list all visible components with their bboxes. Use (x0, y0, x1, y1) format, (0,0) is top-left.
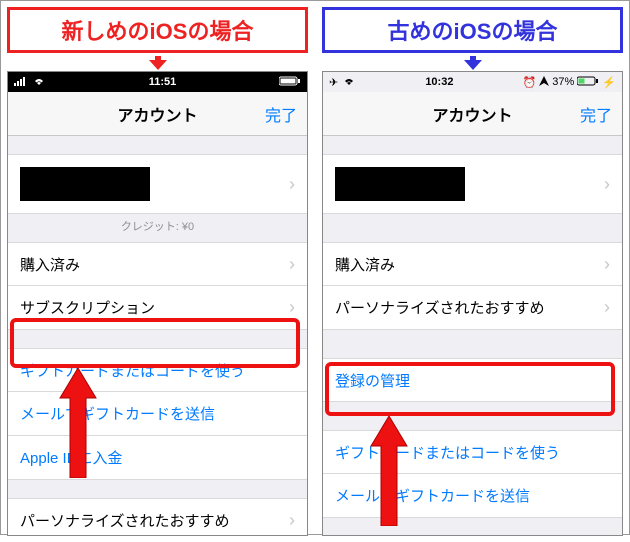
battery-percent: 37% (552, 76, 574, 88)
cell-label: サブスクリプション (20, 297, 155, 318)
statusbar-new: 11:51 (8, 72, 307, 92)
alarm-icon: ⏰ (523, 76, 537, 89)
redacted-account (20, 167, 150, 201)
wifi-icon (342, 76, 356, 89)
phone-old: ✈ 10:32 ⏰ 37% ⚡ (322, 71, 623, 536)
personalized-cell[interactable]: パーソナライズされたおすすめ › (8, 498, 307, 536)
account-cell[interactable]: › (8, 154, 307, 214)
cell-label: パーソナライズされたおすすめ (20, 510, 230, 531)
done-button[interactable]: 完了 (552, 102, 612, 126)
panel-new-ios: 新しめのiOSの場合 11:51 (7, 7, 308, 536)
subscription-cell[interactable]: サブスクリプション › (8, 286, 307, 330)
phone-new: 11:51 アカウント 完了 › クレジット: ¥0 購入済み › (7, 71, 308, 536)
status-time: 10:32 (356, 76, 522, 88)
location-icon (539, 76, 549, 89)
chevron-right-icon: › (289, 510, 295, 531)
cell-label: ギフトカードまたはコードを使う (20, 360, 245, 381)
chevron-right-icon: › (604, 174, 610, 195)
navbar-old: アカウント 完了 (323, 92, 622, 136)
status-time: 11:51 (46, 76, 279, 88)
cell-label: 登録の管理 (335, 370, 410, 391)
cell-label: 購入済み (20, 254, 80, 275)
redacted-account (335, 167, 465, 201)
chevron-right-icon: › (604, 297, 610, 318)
chevron-right-icon: › (604, 254, 610, 275)
cell-label: 購入済み (335, 254, 395, 275)
charging-icon: ⚡ (602, 76, 616, 89)
nav-title: アカウント (393, 102, 552, 126)
wifi-icon (32, 76, 46, 89)
send-gift-cell[interactable]: メールでギフトカードを送信 (8, 392, 307, 436)
caption-old: 古めのiOSの場合 (322, 7, 623, 53)
caption-new: 新しめのiOSの場合 (7, 7, 308, 53)
statusbar-old: ✈ 10:32 ⏰ 37% ⚡ (323, 72, 622, 92)
purchased-cell[interactable]: 購入済み › (323, 242, 622, 286)
chevron-right-icon: › (289, 297, 295, 318)
redeem-cell[interactable]: ギフトカードまたはコードを使う (323, 430, 622, 474)
cell-label: パーソナライズされたおすすめ (335, 297, 545, 318)
panel-old-ios: 古めのiOSの場合 ✈ 10:32 ⏰ 37% (322, 7, 623, 536)
manage-subscription-cell[interactable]: 登録の管理 (323, 358, 622, 402)
battery-icon (279, 76, 301, 89)
chevron-right-icon: › (289, 174, 295, 195)
cell-label: メールでギフトカードを送信 (335, 485, 530, 506)
battery-icon (577, 76, 599, 89)
credit-label: クレジット: ¥0 (8, 214, 307, 242)
cell-label: ギフトカードまたはコードを使う (335, 442, 560, 463)
arrow-down-red (7, 55, 308, 71)
personalized-cell[interactable]: パーソナライズされたおすすめ › (323, 286, 622, 330)
add-funds-cell[interactable]: Apple IDに入金 (8, 436, 307, 480)
nav-title: アカウント (78, 102, 237, 126)
cell-label: Apple IDに入金 (20, 447, 123, 468)
chevron-right-icon: › (289, 254, 295, 275)
purchased-cell[interactable]: 購入済み › (8, 242, 307, 286)
send-gift-cell[interactable]: メールでギフトカードを送信 (323, 474, 622, 518)
airplane-icon: ✈ (329, 76, 338, 89)
signal-icon (14, 76, 28, 89)
cell-label: メールでギフトカードを送信 (20, 403, 215, 424)
redeem-cell[interactable]: ギフトカードまたはコードを使う (8, 348, 307, 392)
navbar-new: アカウント 完了 (8, 92, 307, 136)
account-cell[interactable]: › (323, 154, 622, 214)
done-button[interactable]: 完了 (237, 102, 297, 126)
arrow-down-blue (322, 55, 623, 71)
